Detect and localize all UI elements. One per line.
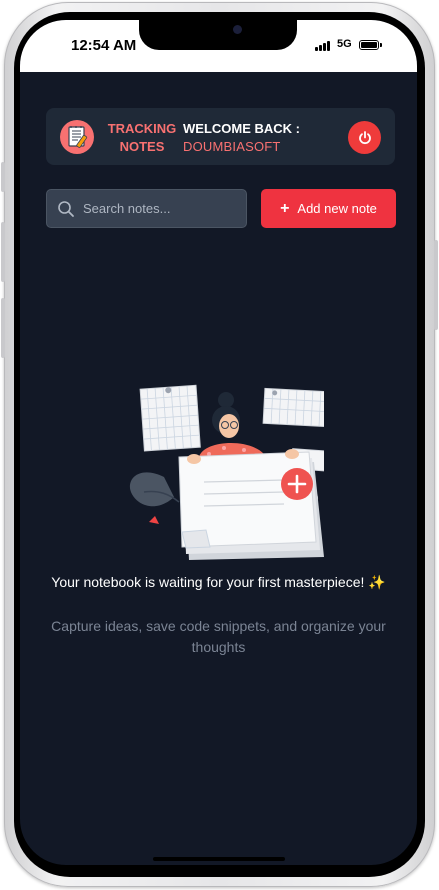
front-camera — [233, 25, 242, 34]
header-card: TRACKING NOTES WELCOME BACK : DOUMBIASOF… — [46, 108, 395, 165]
signal-icon — [315, 40, 333, 51]
battery-icon — [359, 40, 379, 50]
notch — [139, 20, 297, 50]
network-type: 5G — [337, 38, 352, 50]
empty-notebook-illustration — [129, 384, 324, 560]
status-bar: 12:54 AM 5G — [20, 20, 417, 72]
silent-switch — [1, 162, 5, 192]
brand-line-1: TRACKING — [107, 121, 177, 136]
volume-down-button — [1, 298, 5, 358]
app-screen: 12:54 AM 5G TRACKING NOTES WELCOME BACK … — [20, 20, 417, 865]
power-icon — [358, 130, 371, 144]
notes-logo-icon — [60, 120, 94, 154]
app-brand: TRACKING NOTES — [102, 120, 182, 156]
power-side-button — [434, 240, 438, 330]
welcome-title: WELCOME BACK : — [183, 121, 300, 136]
home-indicator[interactable] — [153, 857, 285, 861]
logout-button[interactable] — [348, 121, 381, 154]
add-note-label: Add new note — [297, 201, 377, 216]
search-input[interactable] — [83, 190, 243, 227]
search-icon — [58, 201, 74, 217]
username: DOUMBIASOFT — [183, 139, 281, 154]
add-note-button[interactable]: + Add new note — [261, 189, 396, 228]
brand-line-2: NOTES — [119, 139, 165, 154]
status-time: 12:54 AM — [71, 37, 137, 54]
volume-up-button — [1, 222, 5, 282]
plus-icon: + — [280, 199, 290, 217]
battery-tip — [380, 43, 382, 47]
empty-state-title: Your notebook is waiting for your first … — [51, 574, 386, 590]
empty-state-subtitle: Capture ideas, save code snippets, and o… — [51, 618, 386, 655]
search-box — [46, 189, 247, 228]
